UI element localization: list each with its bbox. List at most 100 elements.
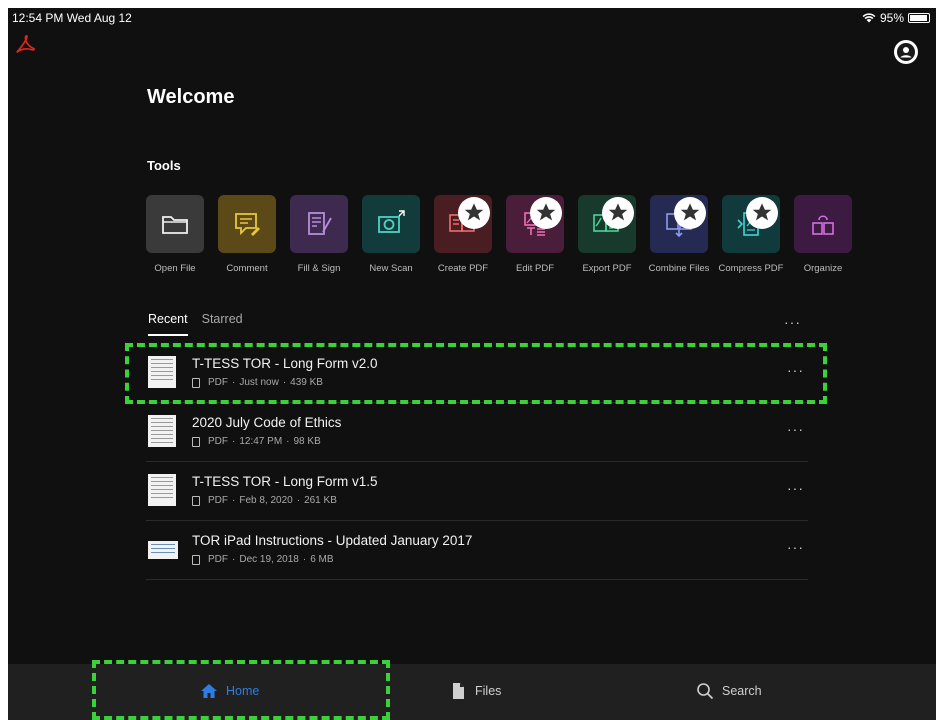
tool-export-pdf[interactable]: Export PDF xyxy=(571,195,643,274)
meta-separator: · xyxy=(232,436,236,447)
tab-home[interactable]: Home xyxy=(200,682,259,700)
file-row[interactable]: 2020 July Code of Ethics PDF · 12:47 PM … xyxy=(146,403,808,462)
file-meta: PDF · Just now · 439 KB xyxy=(192,377,323,388)
file-type: PDF xyxy=(208,554,228,565)
tab-files[interactable]: Files xyxy=(449,682,501,700)
file-type: PDF xyxy=(208,436,228,447)
file-meta: PDF · 12:47 PM · 98 KB xyxy=(192,436,321,447)
premium-badge-icon xyxy=(458,197,490,229)
status-time-date: 12:54 PM Wed Aug 12 xyxy=(12,11,132,25)
comment-icon xyxy=(235,213,260,236)
file-date: Feb 8, 2020 xyxy=(239,495,293,506)
tool-edit-pdf[interactable]: Edit PDF xyxy=(499,195,571,274)
more-options-icon[interactable]: ··· xyxy=(787,421,804,437)
file-icon xyxy=(453,683,464,699)
tab-search[interactable]: Search xyxy=(696,682,762,700)
file-size: 6 MB xyxy=(310,554,334,565)
file-date: Just now xyxy=(239,377,279,388)
premium-badge-icon xyxy=(602,197,634,229)
meta-separator: · xyxy=(302,554,307,565)
tool-create-pdf[interactable]: Create PDF xyxy=(427,195,499,274)
bottom-tab-bar: Home Files Search xyxy=(8,664,936,720)
device-icon xyxy=(192,436,200,447)
device-icon xyxy=(192,495,200,506)
file-thumbnail xyxy=(148,415,176,447)
file-date: Dec 19, 2018 xyxy=(239,554,299,565)
tool-label: Organize xyxy=(803,263,843,274)
file-name: 2020 July Code of Ethics xyxy=(192,415,342,430)
tab-recent[interactable]: Recent xyxy=(148,312,188,336)
app-screen: 12:54 PM Wed Aug 12 95% Welcome Tools Op… xyxy=(8,8,936,720)
file-date: 12:47 PM xyxy=(239,436,283,447)
tab-home-label: Home xyxy=(226,684,260,698)
tool-label: Open File xyxy=(154,263,196,274)
scan-camera-icon xyxy=(378,210,405,233)
more-options-icon[interactable]: ··· xyxy=(787,480,804,496)
file-type: PDF xyxy=(208,495,228,506)
tab-files-label: Files xyxy=(475,684,502,698)
file-tabs: Recent Starred xyxy=(148,312,243,336)
file-meta: PDF · Feb 8, 2020 · 261 KB xyxy=(192,495,337,506)
tool-label: Export PDF xyxy=(582,263,632,274)
tool-label: New Scan xyxy=(369,263,413,274)
tool-comment[interactable]: Comment xyxy=(211,195,283,274)
more-options-icon[interactable]: ··· xyxy=(787,362,804,378)
meta-separator: · xyxy=(232,377,236,388)
search-icon xyxy=(697,683,714,700)
battery-icon xyxy=(908,13,930,23)
tool-label: Edit PDF xyxy=(515,263,554,274)
tool-combine-files[interactable]: Combine Files xyxy=(643,195,715,274)
status-indicators: 95% xyxy=(862,11,930,25)
profile-icon xyxy=(897,43,915,61)
file-type: PDF xyxy=(208,377,228,388)
more-options-icon[interactable]: ··· xyxy=(787,539,804,555)
tool-open-file[interactable]: Open File xyxy=(146,195,211,274)
file-size: 261 KB xyxy=(304,495,337,506)
premium-badge-icon xyxy=(674,197,706,229)
tab-search-label: Search xyxy=(722,684,762,698)
device-icon xyxy=(192,554,200,565)
status-bar: 12:54 PM Wed Aug 12 95% xyxy=(8,8,936,28)
meta-separator: · xyxy=(296,495,301,506)
meta-separator: · xyxy=(282,377,287,388)
tool-organize[interactable]: Organize xyxy=(787,195,859,274)
file-row[interactable]: T-TESS TOR - Long Form v1.5 PDF · Feb 8,… xyxy=(146,462,808,521)
file-size: 439 KB xyxy=(290,377,323,388)
file-size: 98 KB xyxy=(293,436,321,447)
file-thumbnail xyxy=(148,541,178,559)
account-icon[interactable] xyxy=(894,40,918,64)
tab-starred[interactable]: Starred xyxy=(202,312,243,336)
tool-label: Compress PDF xyxy=(718,263,784,274)
file-name: T-TESS TOR - Long Form v2.0 xyxy=(192,356,378,371)
home-icon xyxy=(201,684,217,698)
tools-heading: Tools xyxy=(147,158,181,173)
recent-file-list: T-TESS TOR - Long Form v2.0 PDF · Just n… xyxy=(146,344,808,580)
file-name: TOR iPad Instructions - Updated January … xyxy=(192,533,473,548)
welcome-heading: Welcome xyxy=(147,86,235,108)
premium-badge-icon xyxy=(746,197,778,229)
tool-label: Combine Files xyxy=(648,263,710,274)
acrobat-logo-icon xyxy=(16,35,36,53)
meta-separator: · xyxy=(232,554,236,565)
organize-icon xyxy=(812,215,834,235)
file-thumbnail xyxy=(148,474,176,506)
wifi-icon xyxy=(862,13,876,23)
tool-fill-sign[interactable]: Fill & Sign xyxy=(283,195,355,274)
battery-percent: 95% xyxy=(879,11,904,25)
tool-new-scan[interactable]: New Scan xyxy=(355,195,427,274)
fill-sign-icon xyxy=(308,212,332,235)
folder-icon xyxy=(162,216,188,234)
file-meta: PDF · Dec 19, 2018 · 6 MB xyxy=(192,554,334,565)
file-row[interactable]: T-TESS TOR - Long Form v2.0 PDF · Just n… xyxy=(146,344,808,403)
file-name: T-TESS TOR - Long Form v1.5 xyxy=(192,474,378,489)
file-row[interactable]: TOR iPad Instructions - Updated January … xyxy=(146,521,808,580)
tool-compress-pdf[interactable]: Compress PDF xyxy=(715,195,787,274)
recent-more-options-icon[interactable]: ··· xyxy=(784,314,801,330)
tool-label: Fill & Sign xyxy=(297,263,341,274)
device-icon xyxy=(192,377,200,388)
meta-separator: · xyxy=(286,436,290,447)
premium-badge-icon xyxy=(530,197,562,229)
tool-label: Create PDF xyxy=(437,263,489,274)
meta-separator: · xyxy=(232,495,236,506)
tools-row: Open File Comment Fill & Sign New Scan C… xyxy=(146,195,936,285)
